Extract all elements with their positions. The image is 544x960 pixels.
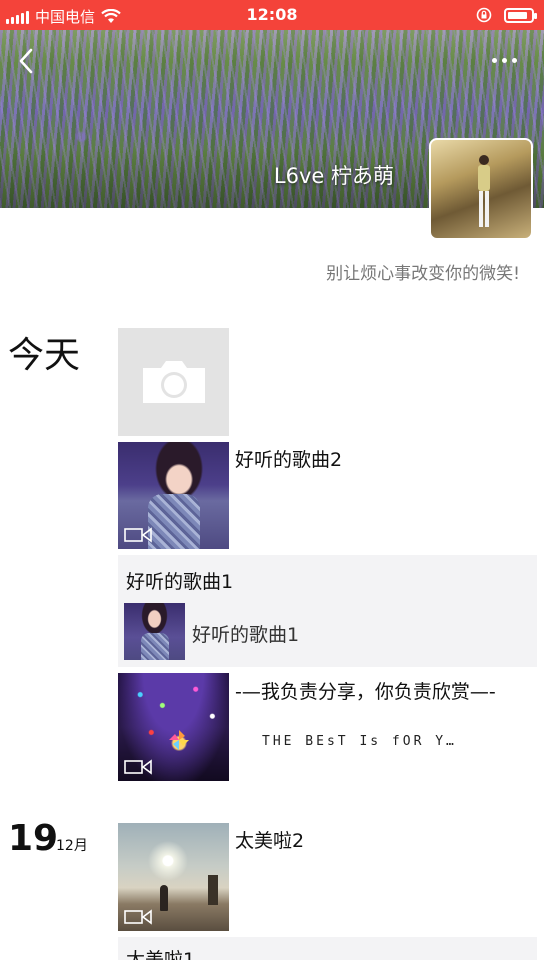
status-bar: 中国电信 12:08 (0, 0, 544, 30)
battery-icon (504, 7, 537, 23)
date-day-label: 19 (8, 818, 59, 859)
post-thumbnail[interactable] (118, 442, 229, 549)
status-right (476, 7, 537, 23)
share-title[interactable]: 太美啦1 (126, 945, 195, 960)
post-text[interactable]: 太美啦2 (235, 826, 304, 853)
avatar[interactable] (429, 138, 533, 240)
date-today-label: 今天 (8, 335, 81, 376)
more-dots-icon (492, 57, 497, 63)
video-icon (124, 909, 152, 925)
profile-signature: 别让烦心事改变你的微笑! (326, 264, 520, 284)
post-thumbnail[interactable] (118, 823, 229, 931)
rotation-lock-icon (476, 7, 492, 23)
shared-post[interactable]: 太美啦1 (118, 937, 537, 960)
back-button[interactable] (14, 46, 40, 76)
post-thumbnail[interactable] (118, 673, 229, 781)
username: L6ve 柠あ萌 (273, 164, 394, 188)
share-title[interactable]: 好听的歌曲1 (126, 567, 233, 594)
post-camera-button[interactable] (118, 328, 229, 436)
pinwheel-image (169, 730, 189, 750)
more-button[interactable] (492, 52, 524, 68)
video-icon (124, 759, 152, 775)
camera-icon (142, 361, 205, 403)
post-subtext: THE BEsT Is fOR Y… (262, 734, 457, 749)
thumbnail-figure (141, 633, 169, 660)
share-thumbnail[interactable] (124, 603, 185, 660)
date-month-label: 12月 (56, 838, 88, 854)
post-text[interactable]: -—我负责分享，你负责欣赏—- (235, 678, 535, 706)
video-icon (124, 527, 152, 543)
thumbnail-tree (208, 875, 218, 905)
post-text[interactable]: 好听的歌曲2 (235, 445, 342, 472)
chevron-left-icon (19, 48, 33, 74)
status-time: 12:08 (246, 5, 298, 24)
share-link-text[interactable]: 好听的歌曲1 (192, 620, 299, 647)
thumbnail-figure (160, 885, 168, 911)
more-dots-icon (502, 57, 507, 63)
thumbnail-figure (148, 494, 200, 549)
battery-fill (508, 11, 527, 19)
more-dots-icon (512, 57, 517, 63)
avatar-figure (478, 155, 490, 227)
